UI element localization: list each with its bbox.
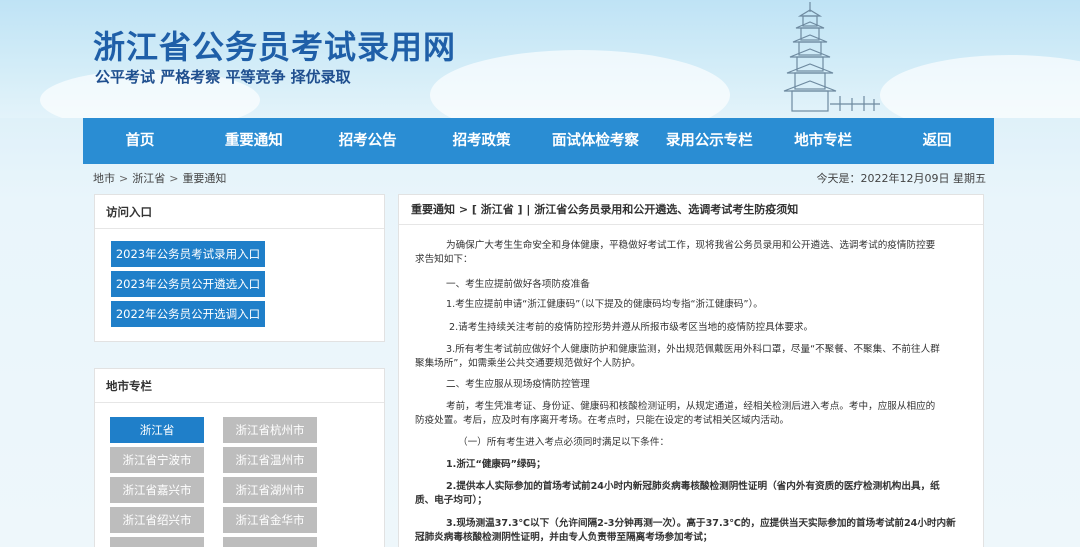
city-button-jinhua[interactable]: 浙江省金华市 xyxy=(223,507,317,533)
city-button-zhejiang[interactable]: 浙江省 xyxy=(110,417,204,443)
main-nav: 首页 重要通知 招考公告 招考政策 面试体检考察 录用公示专栏 地市专栏 返回 xyxy=(83,118,994,164)
article-paragraph: 考前，考生凭准考证、身份证、健康码和核酸检测证明，从规定通道，经相关检测后进入考… xyxy=(446,401,936,412)
site-title: 浙江省公务员考试录用网 xyxy=(93,28,457,66)
breadcrumb-bar: 地市 > 浙江省 > 重要通知 今天是：2022年12月09日 星期五 xyxy=(93,170,986,186)
article-paragraph: 冠肺炎病毒核酸检测阴性证明，并由专人负责带至隔离考场参加考试； xyxy=(415,532,713,543)
article-paragraph: 为确保广大考生生命安全和身体健康，平稳做好考试工作，现将我省公务员录用和公开遴选… xyxy=(446,240,936,251)
nav-interview-exam[interactable]: 面试体检考察 xyxy=(539,118,653,164)
article-header: 重要通知 > [ 浙江省 ] | 浙江省公务员录用和公开遴选、选调考试考生防疫须… xyxy=(399,195,983,225)
article-paragraph: 一、考生应提前做好各项防疫准备 xyxy=(446,279,590,290)
cloud-decoration xyxy=(880,55,1080,118)
article-paragraph: 1.考生应提前申请“浙江健康码”（以下提及的健康码均专指“浙江健康码”）。 xyxy=(446,299,763,310)
nav-city-column[interactable]: 地市专栏 xyxy=(766,118,880,164)
article-paragraph: 2.提供本人实际参加的首场考试前24小时内新冠肺炎病毒核酸检测阴性证明（省内外有… xyxy=(446,481,940,492)
entry-panel: 访问入口 2023年公务员考试录用入口 2023年公务员公开遴选入口 2022年… xyxy=(94,194,385,342)
nav-home[interactable]: 首页 xyxy=(83,118,197,164)
entry-button-selection[interactable]: 2023年公务员公开遴选入口 xyxy=(111,271,265,297)
article-paragraph: （一）所有考生进入考点必须同时满足以下条件： xyxy=(458,437,670,448)
article-paragraph: 聚集场所”，如需乘坐公共交通要规范做好个人防护。 xyxy=(415,358,641,369)
city-button-jiaxing[interactable]: 浙江省嘉兴市 xyxy=(110,477,204,503)
breadcrumb-separator: > xyxy=(169,172,179,185)
breadcrumb-item[interactable]: 地市 xyxy=(93,172,115,185)
breadcrumb: 地市 > 浙江省 > 重要通知 xyxy=(93,170,226,186)
site-slogan: 公平考试 严格考察 平等竞争 择优录取 xyxy=(95,68,351,86)
city-panel: 地市专栏 浙江省 浙江省杭州市 浙江省宁波市 浙江省温州市 浙江省嘉兴市 浙江省… xyxy=(94,368,385,547)
nav-hiring-publicity[interactable]: 录用公示专栏 xyxy=(652,118,766,164)
nav-recruitment-announcements[interactable]: 招考公告 xyxy=(311,118,425,164)
entry-button-recruitment[interactable]: 2023年公务员考试录用入口 xyxy=(111,241,265,267)
breadcrumb-item[interactable]: 重要通知 xyxy=(182,172,226,185)
article-panel: 重要通知 > [ 浙江省 ] | 浙江省公务员录用和公开遴选、选调考试考生防疫须… xyxy=(398,194,984,547)
article-paragraph: 二、考生应服从现场疫情防控管理 xyxy=(446,379,590,390)
nav-recruitment-policy[interactable]: 招考政策 xyxy=(425,118,539,164)
article-paragraph: 3.所有考生考试前应做好个人健康防护和健康监测，外出规范佩戴医用外科口罩，尽量“… xyxy=(446,344,940,355)
article-paragraph: 求告知如下： xyxy=(415,254,473,265)
city-button-shaoxing[interactable]: 浙江省绍兴市 xyxy=(110,507,204,533)
entry-panel-title: 访问入口 xyxy=(95,195,384,229)
site-header: 浙江省公务员考试录用网 公平考试 严格考察 平等竞争 择优录取 xyxy=(0,0,1080,118)
nav-back[interactable]: 返回 xyxy=(880,118,994,164)
city-button-ningbo[interactable]: 浙江省宁波市 xyxy=(110,447,204,473)
breadcrumb-separator: > xyxy=(119,172,129,185)
article-paragraph: 1.浙江“健康码”绿码； xyxy=(446,459,546,470)
article-paragraph: 2.请考生持续关注考前的疫情防控形势并遵从所报市级考区当地的疫情防控具体要求。 xyxy=(449,322,814,333)
cloud-decoration xyxy=(430,50,730,118)
pagoda-illustration xyxy=(783,2,880,112)
nav-important-notices[interactable]: 重要通知 xyxy=(197,118,311,164)
article-paragraph: 质、电子均可）； xyxy=(415,495,487,506)
city-button-partial[interactable] xyxy=(110,537,204,547)
city-panel-title: 地市专栏 xyxy=(95,369,384,403)
article-paragraph: 3.现场测温37.3℃以下（允许间隔2-3分钟再测一次）。高于37.3℃的，应提… xyxy=(446,518,956,529)
city-button-hangzhou[interactable]: 浙江省杭州市 xyxy=(223,417,317,443)
article-paragraph: 防疫处置。考后，应及时有序离开考场。在考点时，只能在设定的考试相关区域内活动。 xyxy=(415,415,790,426)
date-label: 今天是：2022年12月09日 星期五 xyxy=(816,172,986,185)
city-button-partial[interactable] xyxy=(223,537,317,547)
city-button-wenzhou[interactable]: 浙江省温州市 xyxy=(223,447,317,473)
breadcrumb-item[interactable]: 浙江省 xyxy=(132,172,165,185)
city-button-huzhou[interactable]: 浙江省湖州市 xyxy=(223,477,317,503)
entry-button-transfer[interactable]: 2022年公务员公开选调入口 xyxy=(111,301,265,327)
